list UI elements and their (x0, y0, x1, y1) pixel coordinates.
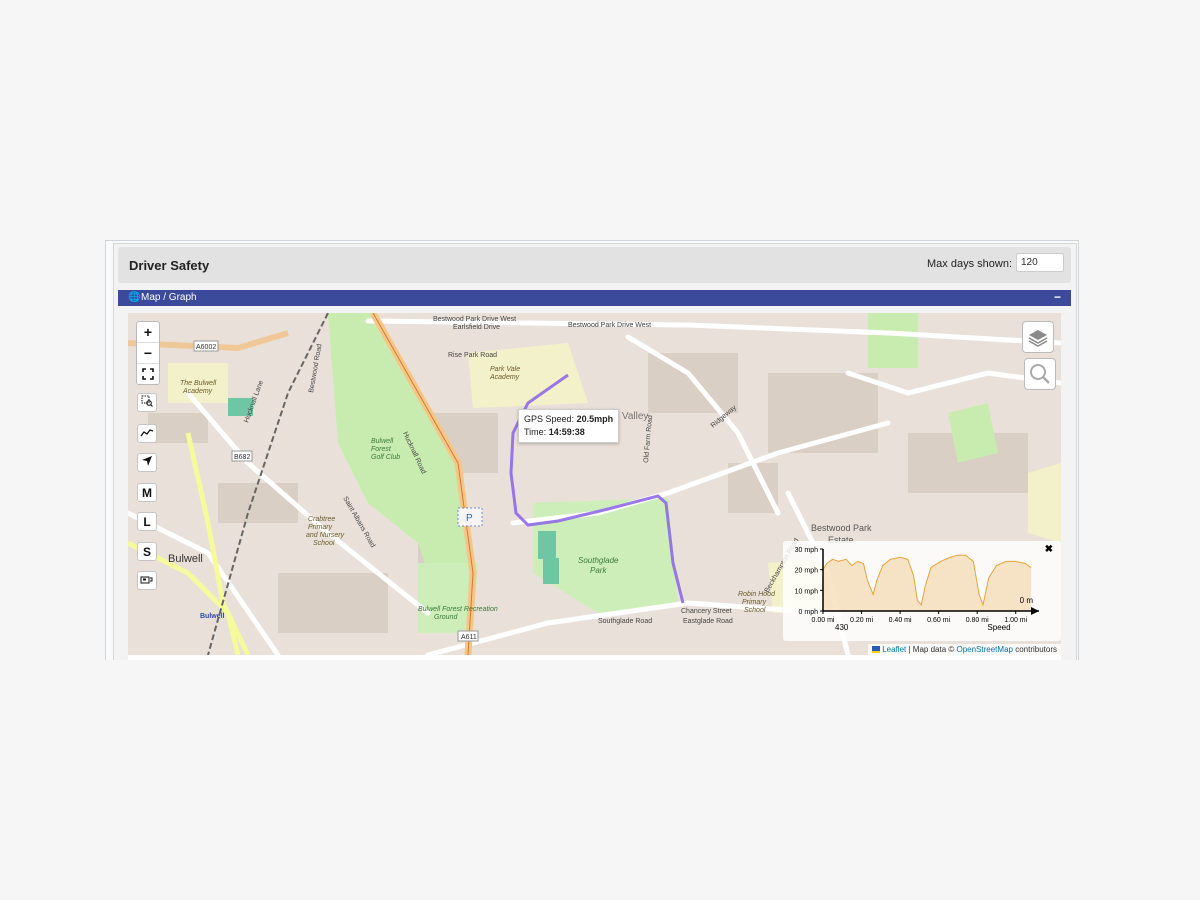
speed-profile-panel: ✖ 30 mph 20 mph 10 mph 0 mph 0.00 mi 0.20 mi 0… (783, 541, 1061, 641)
ukraine-flag-icon (872, 646, 880, 654)
end-label: 0 m (1020, 596, 1034, 605)
x-axis-label: Speed (987, 623, 1010, 632)
svg-text:P: P (466, 513, 473, 524)
svg-text:Academy: Academy (489, 374, 520, 381)
svg-text:and Nursery: and Nursery (306, 532, 345, 539)
zoom-out-button[interactable]: − (137, 343, 159, 364)
tooltip-speed-value: 20.5mph (576, 414, 614, 424)
vehicle-button[interactable] (137, 571, 157, 590)
axis-arrow (1031, 607, 1039, 615)
locate-button[interactable] (137, 453, 157, 472)
svg-text:Academy: Academy (182, 388, 213, 395)
cursor-label: 430 (835, 623, 849, 632)
x-tick-label: 0.80 mi (966, 617, 989, 624)
x-tick-label: 0.60 mi (927, 617, 950, 624)
svg-text:Park Vale: Park Vale (490, 366, 520, 373)
svg-text:Forest: Forest (371, 446, 392, 453)
layers-icon (1028, 330, 1048, 347)
map-graph-bar[interactable]: 🌐 Map / Graph − (118, 290, 1071, 306)
attribution-tail: contributors (1012, 645, 1057, 654)
svg-text:Bestwood Park Drive West: Bestwood Park Drive West (568, 322, 651, 329)
zoom-in-button[interactable]: + (137, 322, 159, 343)
max-days-label: Max days shown: (927, 258, 1012, 270)
panel-header: Driver Safety Max days shown: (118, 247, 1071, 283)
svg-text:The Bulwell: The Bulwell (180, 380, 217, 387)
layers-button[interactable] (1022, 321, 1054, 353)
svg-text:Primary: Primary (742, 599, 767, 606)
y-tick-label: 20 mph (795, 568, 818, 575)
svg-text:Bestwood Park Drive West: Bestwood Park Drive West (433, 316, 516, 323)
m-button[interactable]: M (137, 483, 157, 502)
map-search-button[interactable] (1024, 358, 1056, 390)
svg-text:Primary: Primary (308, 524, 333, 531)
leaflet-link[interactable]: Leaflet (882, 645, 906, 654)
x-tick-label: 0.00 mi (812, 617, 835, 624)
svg-text:A611: A611 (461, 634, 477, 641)
svg-text:Southglade Road: Southglade Road (598, 618, 652, 625)
svg-text:Golf Club: Golf Club (371, 454, 400, 461)
fullscreen-icon (142, 368, 154, 380)
s-button[interactable]: S (137, 542, 157, 561)
svg-text:Ground: Ground (434, 614, 458, 621)
map-bottom-strip (128, 655, 1061, 660)
navigation-arrow-icon (142, 456, 152, 466)
svg-text:B682: B682 (234, 454, 250, 461)
close-profile-button[interactable]: ✖ (1045, 544, 1053, 555)
max-days-input[interactable] (1016, 253, 1064, 272)
tooltip-speed-label: GPS Speed: (524, 414, 575, 424)
svg-text:School: School (313, 540, 335, 547)
svg-text:Southglade: Southglade (578, 556, 619, 565)
svg-text:Bulwell: Bulwell (371, 438, 394, 445)
zoom-box-button[interactable] (137, 393, 157, 412)
svg-text:Rise Park Road: Rise Park Road (448, 352, 497, 359)
zoom-box-icon (141, 395, 153, 407)
fullscreen-button[interactable] (137, 364, 159, 384)
svg-text:Chancery Street: Chancery Street (681, 608, 732, 615)
svg-text:Earlsfield Drive: Earlsfield Drive (453, 324, 500, 331)
y-tick-label: 30 mph (795, 547, 818, 554)
tooltip-time-value: 14:59:38 (548, 427, 585, 437)
collapse-button[interactable]: − (1054, 290, 1061, 304)
graph-line-icon (140, 429, 154, 437)
svg-text:Crabtree: Crabtree (308, 516, 335, 523)
map-graph-label: Map / Graph (141, 292, 197, 303)
panel-title: Driver Safety (129, 258, 210, 273)
svg-text:School: School (744, 607, 766, 614)
search-icon (1030, 364, 1050, 384)
y-tick-label: 10 mph (795, 588, 818, 595)
speed-tooltip: GPS Speed: 20.5mph Time: 14:59:38 (518, 409, 620, 443)
zoom-controls: + − (136, 321, 160, 385)
attribution-sep: | Map data © (906, 645, 957, 654)
svg-text:Bulwell: Bulwell (168, 553, 203, 565)
map-view[interactable]: Bestwood Park Drive West Bestwood Park D… (128, 313, 1061, 655)
svg-text:Bulwell Forest Recreation: Bulwell Forest Recreation (418, 606, 498, 613)
globe-icon: 🌐 (128, 292, 141, 303)
y-tick-label: 0 mph (799, 609, 819, 616)
svg-text:A6002: A6002 (196, 344, 216, 351)
graph-toggle-button[interactable] (137, 424, 157, 443)
map-attribution: Leaflet | Map data © OpenStreetMap contr… (868, 644, 1061, 655)
vehicle-icon (140, 576, 153, 584)
speed-profile-chart: 30 mph 20 mph 10 mph 0 mph0.00 mi 0.20 mi 0.4… (795, 547, 1039, 632)
l-button[interactable]: L (137, 512, 157, 531)
svg-text:Bestwood Park: Bestwood Park (811, 523, 872, 533)
tooltip-time-label: Time: (524, 427, 547, 437)
x-tick-label: 0.40 mi (889, 617, 912, 624)
svg-text:Park: Park (590, 566, 607, 575)
svg-text:Eastglade Road: Eastglade Road (683, 618, 733, 625)
svg-text:Bulwell: Bulwell (200, 613, 225, 620)
osm-link[interactable]: OpenStreetMap (956, 645, 1012, 654)
x-tick-label: 0.20 mi (850, 617, 873, 624)
